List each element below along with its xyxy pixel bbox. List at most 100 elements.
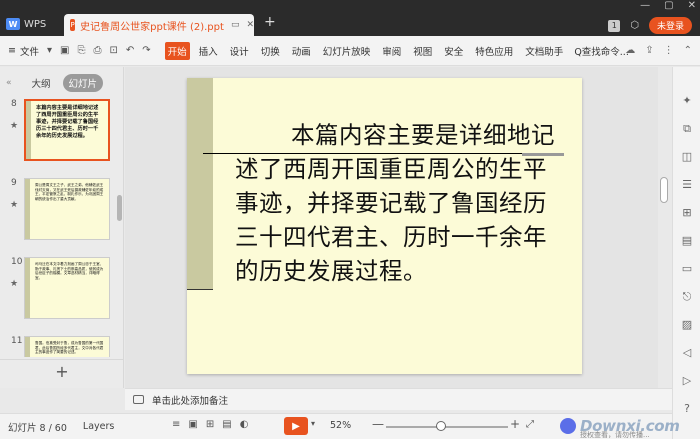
tab-slides[interactable]: 幻灯片 (62, 74, 104, 92)
wps-logo-icon: W (6, 18, 20, 30)
file-menu[interactable]: 文件 (20, 44, 39, 58)
video-icon[interactable]: ▷ (679, 373, 695, 389)
menu-hamburger-icon[interactable]: ≡ (8, 45, 16, 56)
link-icon[interactable]: ⎋ (679, 289, 695, 305)
shape-icon[interactable]: ⧉ (679, 121, 695, 137)
search-command[interactable]: Q查找命令... (574, 44, 629, 58)
tab-1[interactable]: 插入 (196, 42, 221, 60)
tab-4[interactable]: 动画 (289, 42, 314, 60)
thumbnail-text: 鲁国。伯禽受封于鲁，成为鲁国的第一代国君，此后鲁国历经多代君主，文中对各代君主的… (35, 341, 104, 355)
thumbnail-text: 司马迁在本文中着力刻画了周公忠于王室、勤于政事、礼贤下士的崇高品质，使其成为后世… (35, 262, 104, 280)
zoom-slider-handle[interactable] (435, 421, 446, 431)
collapse-panel-icon[interactable]: « (6, 78, 12, 88)
add-slide-button[interactable]: + (0, 359, 124, 383)
thumb-decor-bar (26, 101, 31, 159)
settings-icon[interactable]: ☰ (679, 177, 695, 193)
collapse-ribbon-icon[interactable]: ⌃ (684, 45, 692, 56)
slide-counter: 幻灯片 8 / 60 (8, 422, 67, 434)
panel-scrollbar[interactable] (117, 195, 122, 221)
panel-tabs: « 大纲 幻灯片 (0, 73, 124, 93)
normal-view-icon[interactable]: ▣ (188, 419, 197, 430)
style-icon[interactable]: ✦ (679, 93, 695, 109)
document-tab-label: 史记鲁周公世家ppt课件 (2).ppt (80, 21, 224, 33)
save-icon[interactable]: ▣ (60, 45, 69, 56)
undo-icon[interactable]: ↶ (126, 45, 134, 56)
file-dropdown-icon[interactable]: ▾ (47, 45, 52, 56)
eye-icon[interactable]: ◐ (240, 419, 249, 430)
tab-restore-icon[interactable]: ▭ (231, 20, 240, 30)
reading-view-icon[interactable]: ▤ (222, 419, 231, 430)
redo-icon[interactable]: ↷ (142, 45, 150, 56)
tab-3[interactable]: 切换 (258, 42, 283, 60)
slide-body-text[interactable]: 本篇内容主要是详细地记述了西周开国重臣周公的生平事迹，并择要记载了鲁国经历三十四… (235, 118, 565, 288)
animation-star-icon: ★ (10, 200, 19, 210)
notes-bar[interactable]: 单击此处添加备注 (125, 388, 672, 410)
watermark-logo-icon (560, 418, 576, 434)
slide-thumbnail[interactable]: 本篇内容主要是详细地记述了西周开国重臣周公的生平事迹，并择要记载了鲁国经历三十四… (24, 99, 110, 161)
notes-toggle-icon[interactable]: ≡ (172, 419, 180, 430)
right-toolbar: ✦ ⧉ ◫ ☰ ⊞ ▤ ▭ ⎋ ▨ ◁ ▷ ? (672, 67, 700, 439)
close-window-icon[interactable]: ✕ (688, 0, 696, 11)
tab-0[interactable]: 开始 (164, 41, 190, 60)
export-icon[interactable]: ⎘ (77, 45, 85, 56)
tab-7[interactable]: 视图 (410, 42, 435, 60)
document-tab[interactable]: P 史记鲁周公世家ppt课件 (2).ppt ▭ ✕ (64, 14, 254, 36)
tab-6[interactable]: 审阅 (379, 42, 404, 60)
play-dropdown-icon[interactable]: ▾ (311, 419, 315, 428)
slide-decor-bar (187, 78, 213, 290)
canvas-scrollbar[interactable] (660, 177, 668, 203)
slide-thumbnail[interactable]: 周公是周文王之子、武王之弟，他辅佐武王伐纣灭商，又在武王死后摄政辅佐年幼的成王，… (24, 178, 110, 240)
view-buttons: ≡ ▣ ⊞ ▤ ◐ (172, 419, 248, 430)
skin-icon[interactable]: ⬡ (630, 20, 639, 31)
wps-home-tab[interactable]: W WPS (6, 14, 58, 34)
minimize-icon[interactable]: — (640, 0, 650, 11)
zoom-slider-track[interactable] (386, 426, 508, 428)
notes-icon (133, 395, 144, 404)
clipboard-icon[interactable]: ▭ (679, 261, 695, 277)
window-controls: — ▢ ✕ (640, 0, 696, 11)
image-icon[interactable]: ▨ (679, 317, 695, 333)
tab-2[interactable]: 设计 (227, 42, 252, 60)
notes-placeholder: 单击此处添加备注 (152, 395, 229, 407)
tab-5[interactable]: 幻灯片放映 (320, 42, 374, 60)
audio-icon[interactable]: ◁ (679, 345, 695, 361)
preview-icon[interactable]: ⊡ (109, 45, 117, 56)
effects-icon[interactable]: ◫ (679, 149, 695, 165)
ppt-file-icon: P (70, 19, 76, 31)
more-icon[interactable]: ⋮ (664, 45, 674, 56)
slide-number: 11 (11, 336, 23, 346)
slide-sorter-icon[interactable]: ⊞ (206, 419, 214, 430)
window-count-badge[interactable]: 1 (608, 19, 621, 32)
login-button[interactable]: 未登录 (648, 17, 692, 34)
slide-thumbnail-list[interactable]: 8 ★ 本篇内容主要是详细地记述了西周开国重臣周公的生平事迹，并择要记载了鲁国经历三… (0, 99, 118, 357)
slide-panel: « 大纲 幻灯片 8 ★ 本篇内容主要是详细地记述了西周开国重臣周公的生平事迹，并择… (0, 67, 124, 388)
zoom-out-icon[interactable]: — (372, 417, 384, 431)
zoom-in-icon[interactable]: + (510, 417, 520, 431)
help-icon[interactable]: ? (679, 401, 695, 417)
print-icon[interactable]: ⎙ (93, 45, 101, 56)
play-slideshow-button[interactable]: ▶ (284, 417, 308, 435)
tab-8[interactable]: 安全 (441, 42, 466, 60)
current-slide[interactable]: 本篇内容主要是详细地记述了西周开国重臣周公的生平事迹，并择要记载了鲁国经历三十四… (187, 78, 582, 374)
cloud-icon[interactable]: ☁ (625, 45, 635, 56)
tab-10[interactable]: 文档助手 (522, 42, 566, 60)
layers-button[interactable]: Layers (83, 421, 114, 432)
chart-icon[interactable]: ▤ (679, 233, 695, 249)
tab-9[interactable]: 特色应用 (472, 42, 516, 60)
table-icon[interactable]: ⊞ (679, 205, 695, 221)
slide-thumbnail[interactable]: 司马迁在本文中着力刻画了周公忠于王室、勤于政事、礼贤下士的崇高品质，使其成为后世… (24, 257, 110, 319)
thumbnail-text: 本篇内容主要是详细地记述了西周开国重臣周公的生平事迹，并择要记载了鲁国经历三十四… (36, 105, 99, 139)
animation-star-icon: ★ (10, 121, 19, 131)
share-icon[interactable]: ⇪ (645, 45, 653, 56)
thumb-decor-bar (25, 337, 30, 357)
slide-thumbnail[interactable]: 鲁国。伯禽受封于鲁，成为鲁国的第一代国君，此后鲁国历经多代君主，文中对各代君主的… (24, 336, 110, 357)
tab-close-icon[interactable]: ✕ (246, 20, 254, 30)
slide-number: 8 (11, 99, 17, 109)
maximize-icon[interactable]: ▢ (664, 0, 673, 11)
fit-window-icon[interactable]: ⤢ (526, 419, 534, 430)
wps-tab-label: WPS (24, 18, 47, 30)
new-tab-button[interactable]: + (264, 14, 276, 30)
thumb-decor-bar (25, 258, 30, 318)
zoom-percentage[interactable]: 52% (330, 420, 351, 431)
tab-outline[interactable]: 大纲 (26, 74, 57, 92)
